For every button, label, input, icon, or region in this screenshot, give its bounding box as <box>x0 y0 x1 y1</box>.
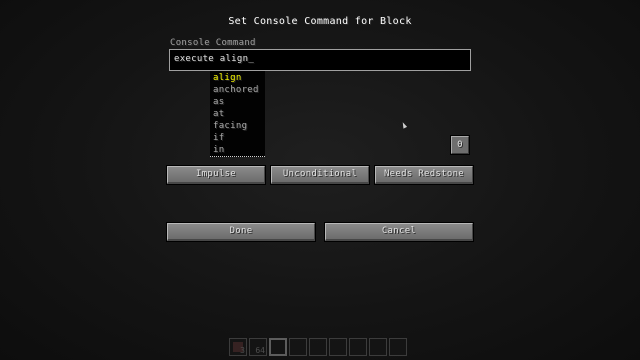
suggestion-anchored[interactable]: anchored <box>210 84 265 96</box>
conditional-toggle-button[interactable]: Unconditional <box>270 165 370 185</box>
suggestion-facing[interactable]: facing <box>210 120 265 132</box>
item-count: 3 <box>240 346 245 355</box>
hotbar-slot: 3 <box>229 338 247 356</box>
suggestions-more-indicator <box>210 155 265 157</box>
suggestion-as[interactable]: as <box>210 96 265 108</box>
cancel-button[interactable]: Cancel <box>324 222 474 242</box>
redstone-toggle-button[interactable]: Needs Redstone <box>374 165 474 185</box>
hotbar: 3 64 <box>229 338 409 358</box>
hotbar-slot <box>309 338 327 356</box>
autocomplete-suggestions: align anchored as at facing if in <box>210 71 265 157</box>
command-input[interactable]: execute align_ <box>169 49 471 71</box>
suggestion-if[interactable]: if <box>210 132 265 144</box>
hotbar-slot <box>289 338 307 356</box>
hotbar-slot: 64 <box>249 338 267 356</box>
hotbar-slot <box>369 338 387 356</box>
impulse-mode-button[interactable]: Impulse <box>166 165 266 185</box>
hotbar-slot <box>329 338 347 356</box>
hotbar-slot-selected <box>269 338 287 356</box>
suggestion-at[interactable]: at <box>210 108 265 120</box>
hotbar-slot <box>389 338 407 356</box>
item-count: 64 <box>255 346 265 355</box>
mouse-cursor-icon <box>400 121 408 129</box>
done-button[interactable]: Done <box>166 222 316 242</box>
command-field-label: Console Command <box>170 38 256 48</box>
suggestion-align[interactable]: align <box>210 72 265 84</box>
success-count-field[interactable]: 0 <box>450 135 470 155</box>
hotbar-slot <box>349 338 367 356</box>
screen-title: Set Console Command for Block <box>228 16 412 27</box>
